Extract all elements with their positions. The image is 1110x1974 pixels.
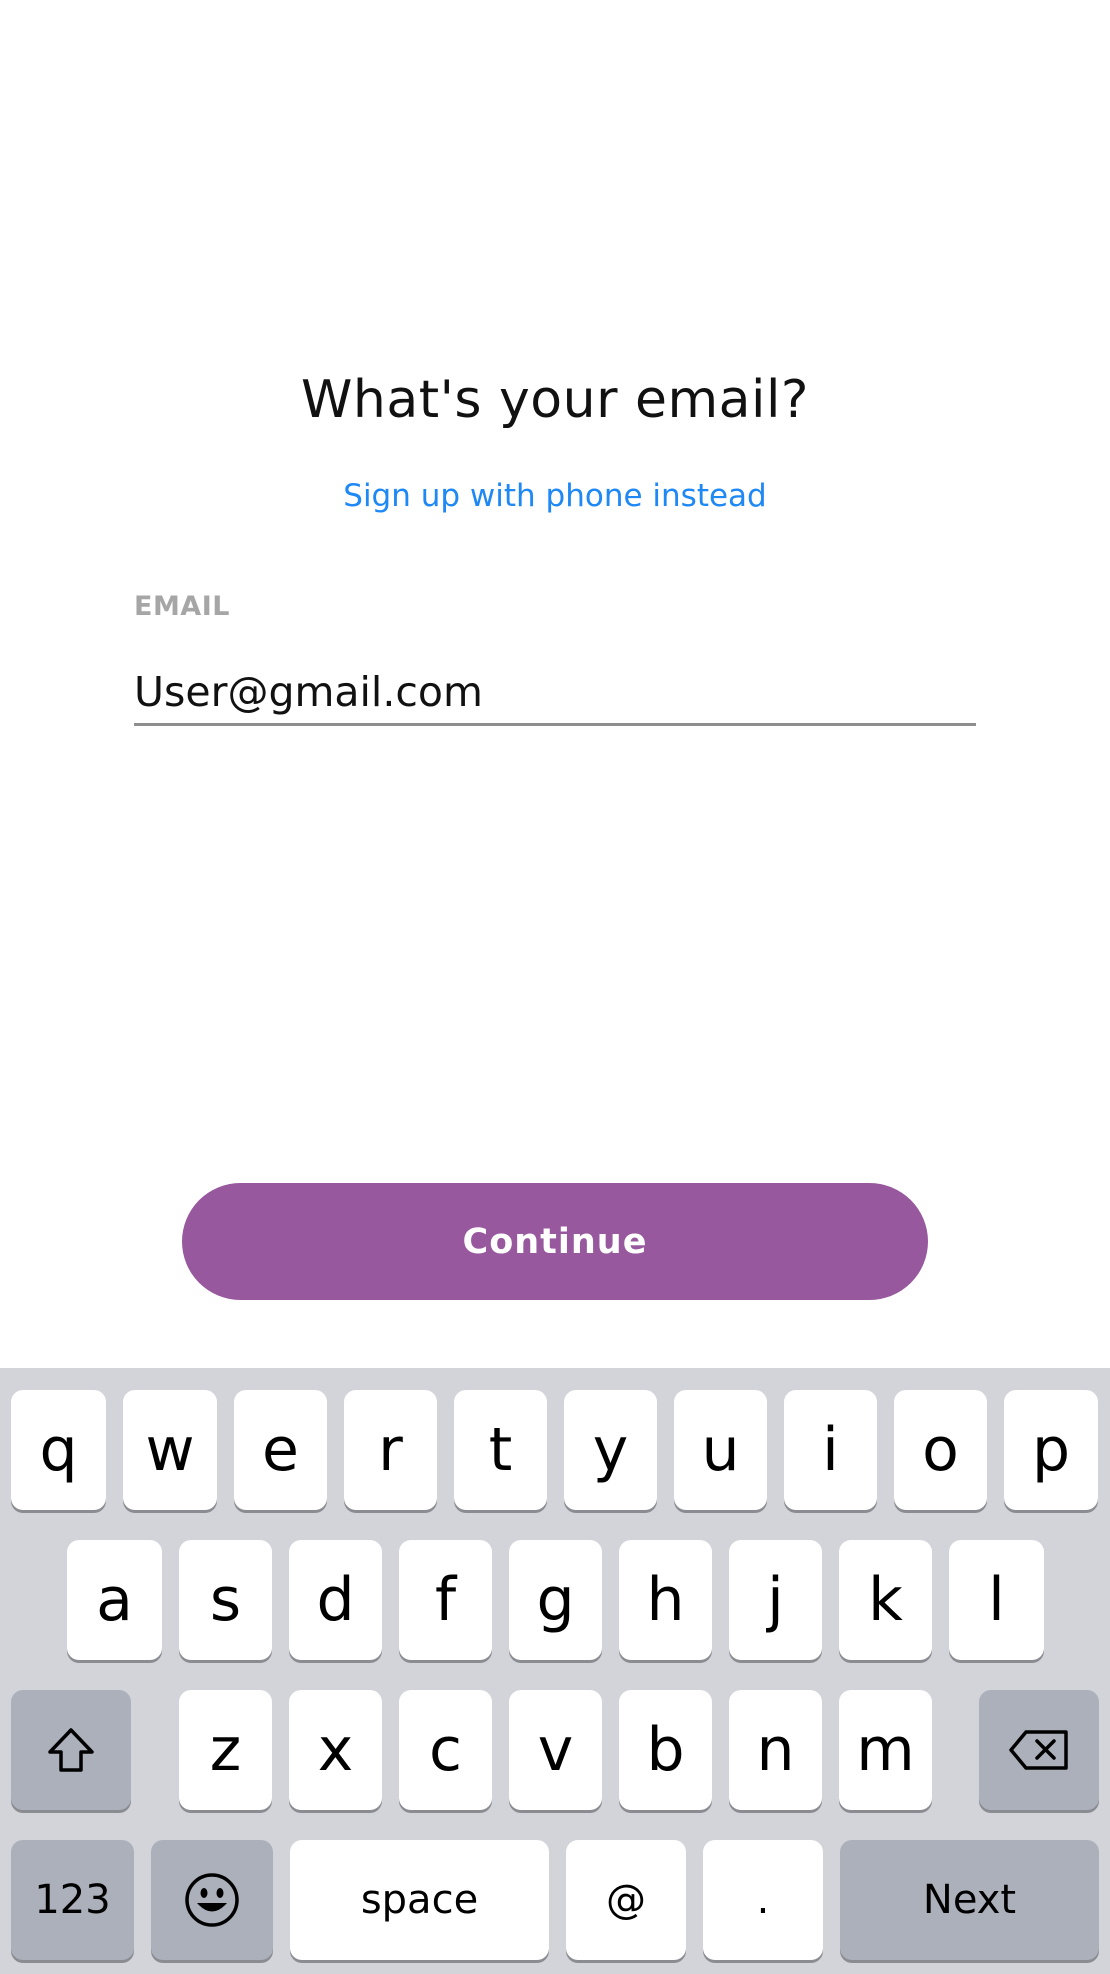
shift-arrow-icon [46,1727,96,1773]
key-a[interactable]: a [67,1540,162,1660]
key-g[interactable]: g [509,1540,602,1660]
page-title: What's your email? [300,370,809,430]
key-f[interactable]: f [399,1540,492,1660]
key-w[interactable]: w [123,1390,217,1510]
signup-email-screen: What's your email? Sign up with phone in… [0,0,1110,1974]
key-n[interactable]: n [729,1690,822,1810]
key-d[interactable]: d [289,1540,382,1660]
dot-key[interactable]: . [703,1840,823,1960]
space-key[interactable]: space [290,1840,549,1960]
key-l[interactable]: l [949,1540,1044,1660]
key-p[interactable]: p [1004,1390,1098,1510]
key-b[interactable]: b [619,1690,712,1810]
email-field[interactable] [134,660,976,726]
delete-key[interactable] [979,1690,1099,1810]
key-m[interactable]: m [839,1690,932,1810]
backspace-icon [1008,1729,1070,1771]
key-x[interactable]: x [289,1690,382,1810]
sign-up-with-phone-link[interactable]: Sign up with phone instead [0,478,1110,514]
key-h[interactable]: h [619,1540,712,1660]
numbers-key[interactable]: 123 [11,1840,134,1960]
smiley-icon [184,1872,240,1928]
at-key[interactable]: @ [566,1840,686,1960]
key-v[interactable]: v [509,1690,602,1810]
key-z[interactable]: z [179,1690,272,1810]
key-o[interactable]: o [894,1390,987,1510]
key-r[interactable]: r [344,1390,437,1510]
shift-key[interactable] [11,1690,131,1810]
emoji-key[interactable] [151,1840,273,1960]
key-j[interactable]: j [729,1540,822,1660]
key-u[interactable]: u [674,1390,767,1510]
key-k[interactable]: k [839,1540,932,1660]
key-q[interactable]: q [11,1390,106,1510]
key-y[interactable]: y [564,1390,657,1510]
key-c[interactable]: c [399,1690,492,1810]
next-key[interactable]: Next [840,1840,1099,1960]
key-e[interactable]: e [234,1390,327,1510]
key-i[interactable]: i [784,1390,877,1510]
on-screen-keyboard: q w e r t y u i o p a s d f g h j k l z … [0,1368,1110,1974]
continue-button[interactable]: Continue [182,1183,928,1300]
key-t[interactable]: t [454,1390,547,1510]
email-field-label: EMAIL [134,591,230,622]
key-s[interactable]: s [179,1540,272,1660]
